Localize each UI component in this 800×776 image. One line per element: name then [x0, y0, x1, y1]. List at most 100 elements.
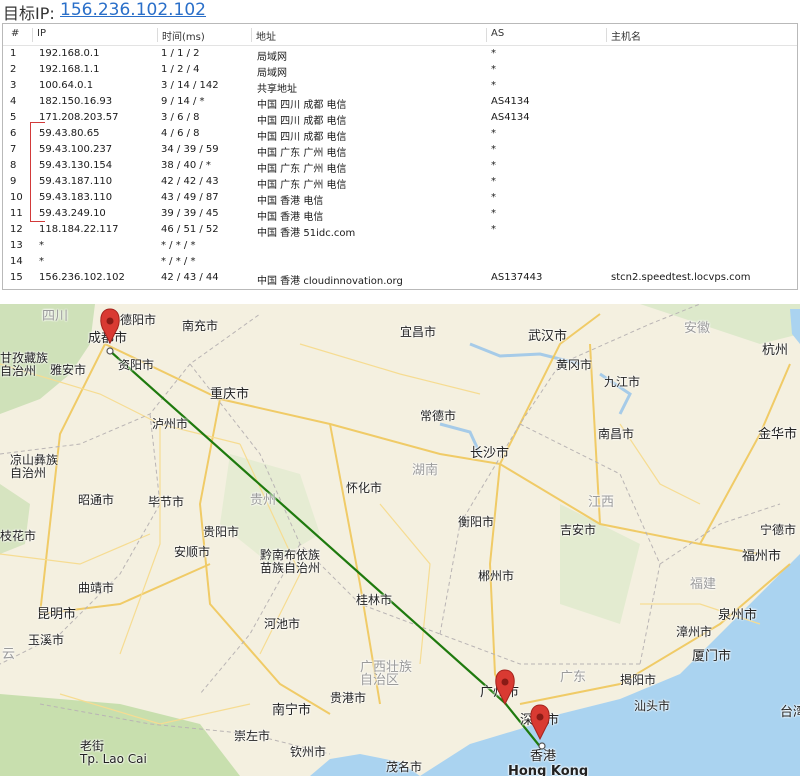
hop-time: 38 / 40 / *: [161, 160, 211, 171]
col-time[interactable]: 时间(ms): [157, 28, 205, 43]
col-hostname[interactable]: 主机名: [606, 28, 641, 43]
hop-as: *: [491, 192, 496, 203]
table-row[interactable]: 1 192.168.0.1 1 / 1 / 2 局域网 *: [3, 46, 797, 63]
hop-number: 13: [10, 240, 23, 251]
hop-location: 中国 香港 cloudinnovation.org: [257, 276, 403, 287]
hop-number: 15: [10, 272, 23, 283]
target-ip-header: 目标IP: 156.236.102.102: [0, 0, 800, 23]
target-ip-label: 目标IP:: [3, 4, 55, 23]
hop-time: 3 / 14 / 142: [161, 80, 219, 91]
hop-location: 中国 香港 电信: [257, 196, 324, 207]
hop-time: 9 / 14 / *: [161, 96, 205, 107]
table-row[interactable]: 9 59.43.187.110 42 / 42 / 43 中国 广东 广州 电信 *: [3, 174, 797, 191]
highlight-bracket: [30, 122, 45, 222]
col-hop[interactable]: #: [11, 28, 19, 42]
guangzhou-pin-icon[interactable]: [495, 669, 515, 706]
hop-location: 中国 四川 成都 电信: [257, 116, 347, 127]
table-row[interactable]: 5 171.208.203.57 3 / 6 / 8 中国 四川 成都 电信 AS413…: [3, 110, 797, 127]
hop-location: 中国 香港 电信: [257, 212, 324, 223]
route-map[interactable]: 四川德阳市南充市宜昌市武汉市安徽杭州成都市甘孜藏族 自治州雅安市资阳市黄冈市九江…: [0, 304, 800, 776]
hop-number: 3: [10, 80, 17, 91]
table-row[interactable]: 3 100.64.0.1 3 / 14 / 142 共享地址 *: [3, 78, 797, 95]
hop-ip: 100.64.0.1: [39, 80, 94, 91]
table-row[interactable]: 14 * * / * / *: [3, 254, 797, 270]
hop-number: 9: [10, 176, 17, 187]
hop-location: 中国 广东 广州 电信: [257, 148, 347, 159]
hop-as: *: [491, 64, 496, 75]
hop-ip: 59.43.187.110: [39, 176, 113, 187]
hop-as: *: [491, 144, 496, 155]
hop-number: 10: [10, 192, 23, 203]
hop-location: 中国 香港 51idc.com: [257, 228, 356, 239]
hop-location: 局域网: [257, 52, 287, 63]
hop-ip: 59.43.183.110: [39, 192, 113, 203]
hop-time: 34 / 39 / 59: [161, 144, 219, 155]
hop-ip: 192.168.0.1: [39, 48, 100, 59]
hop-number: 12: [10, 224, 23, 235]
hop-location: 中国 四川 成都 电信: [257, 100, 347, 111]
col-ip[interactable]: IP: [32, 28, 46, 42]
hop-time: 39 / 39 / 45: [161, 208, 219, 219]
table-row[interactable]: 13 * * / * / *: [3, 238, 797, 254]
hop-location: 中国 广东 广州 电信: [257, 180, 347, 191]
hop-number: 5: [10, 112, 17, 123]
hop-ip: 59.43.130.154: [39, 160, 113, 171]
hop-as: *: [491, 128, 496, 139]
hongkong-pin-icon[interactable]: [530, 704, 550, 750]
table-row[interactable]: 4 182.150.16.93 9 / 14 / * 中国 四川 成都 电信 AS413…: [3, 94, 797, 111]
hop-time: * / * / *: [161, 256, 196, 267]
hop-as: *: [491, 160, 496, 171]
table-row[interactable]: 2 192.168.1.1 1 / 2 / 4 局域网 *: [3, 62, 797, 79]
table-row[interactable]: 8 59.43.130.154 38 / 40 / * 中国 广东 广州 电信 *: [3, 158, 797, 175]
hop-as: *: [491, 208, 496, 219]
hop-as: *: [491, 48, 496, 59]
hop-time: 46 / 51 / 52: [161, 224, 219, 235]
hop-as: AS137443: [491, 272, 543, 283]
hop-time: 3 / 6 / 8: [161, 112, 200, 123]
traceroute-table: # IP 时间(ms) 地址 AS 主机名 1 192.168.0.1 1 / 1 …: [2, 23, 798, 290]
table-header: # IP 时间(ms) 地址 AS 主机名: [3, 24, 797, 46]
hop-as: *: [491, 224, 496, 235]
chengdu-pin-icon[interactable]: [100, 308, 120, 355]
hop-ip: 59.43.249.10: [39, 208, 106, 219]
hop-as: AS4134: [491, 96, 530, 107]
col-location[interactable]: 地址: [251, 28, 276, 43]
hop-as: *: [491, 176, 496, 187]
col-as[interactable]: AS: [486, 28, 504, 42]
hop-time: 42 / 43 / 44: [161, 272, 219, 283]
hop-time: 1 / 1 / 2: [161, 48, 200, 59]
hop-time: * / * / *: [161, 240, 196, 251]
table-row[interactable]: 10 59.43.183.110 43 / 49 / 87 中国 香港 电信 *: [3, 190, 797, 207]
table-row[interactable]: 6 59.43.80.65 4 / 6 / 8 中国 四川 成都 电信 *: [3, 126, 797, 143]
table-row[interactable]: 7 59.43.100.237 34 / 39 / 59 中国 广东 广州 电信 *: [3, 142, 797, 159]
hop-number: 8: [10, 160, 17, 171]
hop-location: 中国 四川 成都 电信: [257, 132, 347, 143]
table-row[interactable]: 12 118.184.22.117 46 / 51 / 52 中国 香港 51idc.…: [3, 222, 797, 239]
hop-number: 14: [10, 256, 23, 267]
hop-time: 4 / 6 / 8: [161, 128, 200, 139]
hop-number: 1: [10, 48, 17, 59]
hop-ip: 192.168.1.1: [39, 64, 100, 75]
hop-ip: 59.43.80.65: [39, 128, 100, 139]
target-ip-link[interactable]: 156.236.102.102: [60, 0, 206, 20]
hop-time: 42 / 42 / 43: [161, 176, 219, 187]
hop-location: 中国 广东 广州 电信: [257, 164, 347, 175]
hop-ip: 59.43.100.237: [39, 144, 113, 155]
pins-layer: [100, 308, 550, 750]
hop-ip: 118.184.22.117: [39, 224, 119, 235]
hop-hostname: stcn2.speedtest.locvps.com: [611, 272, 751, 283]
hop-as: *: [491, 80, 496, 91]
table-row[interactable]: 15 156.236.102.102 42 / 43 / 44 中国 香港 cloud…: [3, 270, 797, 287]
hop-ip: 156.236.102.102: [39, 272, 125, 283]
hop-time: 1 / 2 / 4: [161, 64, 200, 75]
hop-as: AS4134: [491, 112, 530, 123]
hop-location: 共享地址: [257, 84, 297, 95]
hop-number: 11: [10, 208, 23, 219]
hop-number: 6: [10, 128, 17, 139]
hop-ip: *: [39, 240, 44, 251]
hop-ip: *: [39, 256, 44, 267]
hop-number: 4: [10, 96, 17, 107]
table-row[interactable]: 11 59.43.249.10 39 / 39 / 45 中国 香港 电信 *: [3, 206, 797, 223]
hop-number: 7: [10, 144, 17, 155]
hop-ip: 171.208.203.57: [39, 112, 119, 123]
